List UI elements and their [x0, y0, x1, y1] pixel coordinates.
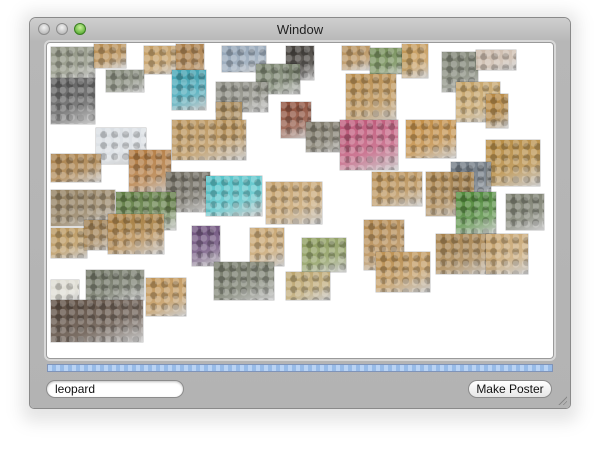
collage-photo-tank [86, 270, 144, 300]
collage-photo-leopard [372, 172, 422, 206]
collage-photo-leopard [402, 44, 428, 78]
collage-photo-leopard [486, 94, 508, 128]
collage-photo-leopard [146, 278, 186, 316]
collage-photo-tank [214, 262, 274, 300]
collage-photo-frog [456, 192, 496, 234]
collage-photo-leopard [346, 74, 396, 124]
collage-photo-people [476, 50, 516, 70]
collage-photo-savanna [286, 272, 330, 300]
collage-photo-leopard [376, 252, 430, 292]
collage-photo-leopard [51, 154, 101, 182]
collage-photo-tank [506, 194, 544, 230]
collage-photo-leopard [266, 182, 322, 224]
title-bar[interactable]: Window [30, 18, 570, 40]
collage-photo-water [206, 176, 262, 216]
collage-photo-white-animal [51, 280, 79, 302]
collage-photo-leopard [406, 120, 456, 158]
collage-photo-frog [340, 120, 398, 170]
search-input[interactable] [46, 380, 184, 398]
collage-photo-leopard [486, 234, 528, 274]
collage-photo-leopard [250, 228, 284, 266]
poster-canvas[interactable] [46, 42, 554, 359]
collage-photo-grass [302, 238, 346, 272]
collage-photo-leopard [51, 228, 87, 258]
progress-bar [47, 364, 553, 372]
collage-photo-leopard [172, 120, 246, 160]
collage-photo-leopard [94, 44, 126, 68]
collage-photo-seal-water [172, 70, 206, 110]
collage-photo-tank [51, 47, 95, 79]
collage-photo-leopard [486, 140, 540, 186]
collage-photo-leopard [108, 214, 164, 254]
collage-photo-people [51, 300, 143, 342]
make-poster-button[interactable]: Make Poster [468, 380, 552, 398]
progress-fill [48, 365, 552, 371]
app-window: Window Make Poster [30, 18, 570, 408]
resize-grip-icon[interactable] [557, 395, 567, 405]
window-title: Window [276, 22, 324, 37]
collage-photo-leopard [342, 46, 370, 70]
collage-photo-tank [106, 70, 144, 92]
collage-photo-pattern-bw [51, 78, 95, 124]
collage-photo-people [192, 226, 220, 266]
photo-collage [46, 42, 554, 359]
collage-photo-fox [129, 150, 171, 194]
